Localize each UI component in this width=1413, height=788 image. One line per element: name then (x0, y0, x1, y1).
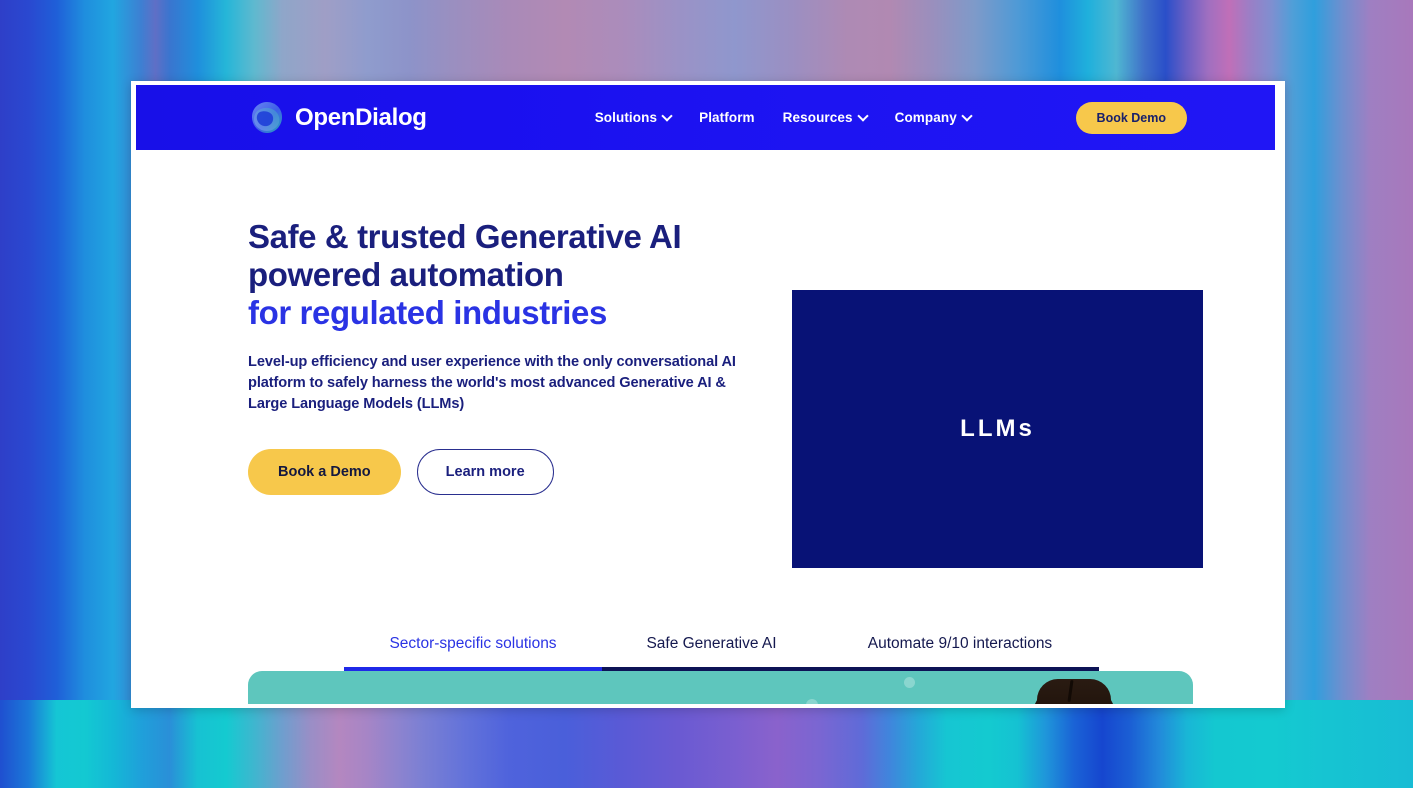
header-book-demo-button[interactable]: Book Demo (1075, 101, 1187, 134)
opendialog-blob-logo-icon (248, 99, 286, 137)
hero-text-block: Safe & trusted Generative AI powered aut… (248, 218, 748, 495)
chevron-down-icon (859, 112, 867, 120)
nav-item-platform[interactable]: Platform (699, 110, 755, 125)
decorative-dot (904, 677, 915, 688)
chevron-down-icon (963, 112, 971, 120)
nav-label: Company (894, 110, 957, 125)
nav-item-solutions[interactable]: Solutions (595, 110, 671, 125)
hero-subtitle: Level-up efficiency and user experience … (248, 354, 736, 412)
website-viewport: OpenDialog Solutions Platform Resources … (136, 85, 1281, 704)
tab-sector-specific-solutions[interactable]: Sector-specific solutions (344, 625, 602, 672)
tab-label: Automate 9/10 interactions (867, 635, 1053, 652)
photo-fringe (1037, 679, 1111, 704)
nav-label: Platform (699, 110, 755, 125)
nav-label: Solutions (594, 110, 658, 125)
smiling-woman-photo (1013, 671, 1131, 704)
brand-name: OpenDialog (295, 103, 427, 131)
main-navigation: Solutions Platform Resources Company (595, 110, 971, 125)
tab-automate-interactions[interactable]: Automate 9/10 interactions (821, 625, 1099, 672)
background-gradient-bottom (0, 700, 1413, 788)
tab-safe-generative-ai[interactable]: Safe Generative AI (602, 625, 821, 672)
decorative-dot (806, 699, 818, 704)
hero-title: Safe & trusted Generative AI powered aut… (248, 218, 748, 332)
hero-title-line-2: powered automation (248, 256, 564, 293)
hero-button-group: Book a Demo Learn more (248, 449, 748, 495)
tab-content-panel: Shorten time to value with digital assis… (248, 671, 1193, 704)
nav-item-company[interactable]: Company (895, 110, 971, 125)
chevron-down-icon (663, 112, 671, 120)
hero-title-line-1: Safe & trusted Generative AI (248, 218, 682, 255)
book-a-demo-button[interactable]: Book a Demo (248, 449, 401, 495)
brand-logo[interactable]: OpenDialog (248, 99, 427, 137)
hero-media-label: LLMs (960, 415, 1035, 442)
feature-tabs: Sector-specific solutions Safe Generativ… (344, 625, 1099, 672)
tab-label: Sector-specific solutions (389, 635, 557, 652)
hero-media-panel: LLMs (792, 290, 1203, 568)
nav-item-resources[interactable]: Resources (783, 110, 867, 125)
learn-more-button[interactable]: Learn more (416, 449, 554, 495)
tab-label: Safe Generative AI (646, 635, 777, 652)
site-header: OpenDialog Solutions Platform Resources … (136, 85, 1275, 150)
nav-label: Resources (782, 110, 853, 125)
hero-title-line-3: for regulated industries (248, 294, 607, 331)
